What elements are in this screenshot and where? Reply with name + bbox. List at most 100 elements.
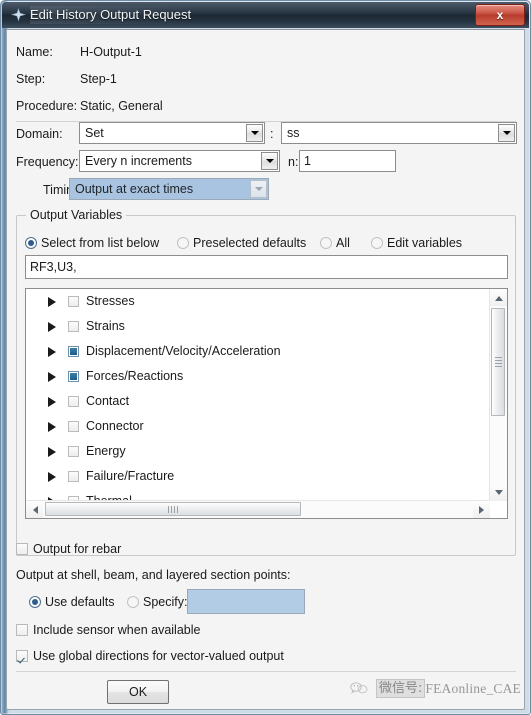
radio-edit-variables[interactable]: Edit variables bbox=[371, 235, 462, 251]
domain-set-select-button[interactable] bbox=[498, 124, 515, 142]
timing-select[interactable]: Output at exact times bbox=[69, 178, 269, 200]
screenshot-root: Edit History Output Request x Name: H-Ou… bbox=[0, 0, 531, 715]
tree-checkbox[interactable] bbox=[68, 471, 79, 482]
window-title: Edit History Output Request bbox=[30, 6, 198, 24]
checkbox-icon bbox=[16, 650, 28, 662]
tree-row[interactable]: Failure/Fracture bbox=[26, 464, 490, 489]
dialog-window: Edit History Output Request x Name: H-Ou… bbox=[0, 0, 531, 715]
domain-select[interactable]: Set bbox=[79, 122, 265, 144]
domain-select-button[interactable] bbox=[246, 124, 263, 142]
expand-arrow-icon[interactable] bbox=[48, 397, 56, 407]
tree-rows-viewport: Stresses Strains Displacement/Velocity/A… bbox=[26, 289, 490, 501]
tree-checkbox[interactable] bbox=[68, 321, 79, 332]
watermark: 微信号: FEAonline_CAE bbox=[350, 679, 521, 699]
tree-item-label: Connector bbox=[86, 419, 144, 433]
checkbox-output-for-rebar-label: Output for rebar bbox=[33, 542, 122, 556]
scroll-right-button[interactable] bbox=[473, 501, 490, 518]
radio-use-defaults[interactable]: Use defaults bbox=[29, 594, 114, 610]
expand-arrow-icon[interactable] bbox=[48, 447, 56, 457]
chevron-down-icon bbox=[265, 159, 274, 163]
domain-label: Domain: bbox=[16, 127, 63, 141]
tree-item-label: Stresses bbox=[86, 294, 135, 308]
tree-item-label: Failure/Fracture bbox=[86, 469, 175, 483]
tree-horizontal-scrollbar[interactable] bbox=[26, 500, 490, 518]
variables-input[interactable]: RF3,U3, bbox=[25, 255, 508, 279]
frequency-select[interactable]: Every n increments bbox=[79, 150, 280, 172]
specify-input[interactable] bbox=[187, 589, 305, 614]
domain-set-select[interactable]: ss bbox=[281, 122, 517, 144]
tree-row[interactable]: Displacement/Velocity/Acceleration bbox=[26, 339, 490, 364]
tree-checkbox[interactable] bbox=[68, 421, 79, 432]
tree-row[interactable]: Stresses bbox=[26, 289, 490, 314]
n-input[interactable]: 1 bbox=[299, 150, 396, 172]
radio-icon bbox=[371, 237, 383, 249]
footer-separator bbox=[16, 671, 516, 672]
checkbox-icon bbox=[16, 624, 28, 636]
name-label: Name: bbox=[16, 45, 53, 59]
expand-arrow-icon[interactable] bbox=[48, 422, 56, 432]
radio-all-label: All bbox=[336, 236, 350, 250]
checkbox-include-sensor-label: Include sensor when available bbox=[33, 623, 201, 637]
checkbox-use-global-directions-label: Use global directions for vector-valued … bbox=[33, 649, 284, 663]
checkbox-use-global-directions[interactable]: Use global directions for vector-valued … bbox=[16, 648, 284, 664]
output-variables-tree[interactable]: Stresses Strains Displacement/Velocity/A… bbox=[25, 288, 508, 519]
radio-select-from-list-label: Select from list below bbox=[41, 236, 160, 250]
tree-checkbox[interactable] bbox=[68, 296, 79, 307]
radio-icon bbox=[29, 596, 41, 608]
radio-all[interactable]: All bbox=[320, 235, 350, 251]
procedure-value: Static, General bbox=[80, 99, 163, 113]
scroll-up-button[interactable] bbox=[490, 289, 507, 306]
close-icon: x bbox=[496, 8, 504, 22]
timing-select-value: Output at exact times bbox=[75, 182, 194, 196]
tree-checkbox[interactable] bbox=[68, 446, 79, 457]
radio-edit-variables-label: Edit variables bbox=[387, 236, 463, 250]
tree-row[interactable]: Connector bbox=[26, 414, 490, 439]
radio-icon bbox=[25, 237, 37, 249]
vertical-scroll-thumb[interactable] bbox=[491, 308, 505, 416]
tree-item-label: Contact bbox=[86, 394, 130, 408]
tree-checkbox[interactable] bbox=[68, 346, 79, 357]
expand-arrow-icon[interactable] bbox=[48, 322, 56, 332]
ok-button[interactable]: OK bbox=[107, 680, 169, 704]
frequency-select-button[interactable] bbox=[261, 152, 278, 170]
wechat-icon bbox=[350, 681, 370, 695]
tree-item-label: Forces/Reactions bbox=[86, 369, 184, 383]
tree-checkbox[interactable] bbox=[68, 371, 79, 382]
tree-row[interactable]: Strains bbox=[26, 314, 490, 339]
tree-row[interactable]: Forces/Reactions bbox=[26, 364, 490, 389]
tree-vertical-scrollbar[interactable] bbox=[489, 289, 507, 501]
horizontal-scroll-thumb[interactable] bbox=[45, 502, 301, 516]
radio-specify[interactable]: Specify: bbox=[127, 594, 187, 610]
expand-arrow-icon[interactable] bbox=[48, 297, 56, 307]
close-button[interactable]: x bbox=[475, 4, 525, 26]
scroll-left-button[interactable] bbox=[26, 501, 43, 518]
chevron-down-icon bbox=[502, 131, 511, 135]
expand-arrow-icon[interactable] bbox=[48, 347, 56, 357]
procedure-label: Procedure: bbox=[16, 99, 78, 113]
tree-item-label: Displacement/Velocity/Acceleration bbox=[86, 344, 281, 358]
title-bar: Edit History Output Request x bbox=[2, 2, 529, 28]
checkbox-icon bbox=[16, 543, 28, 555]
radio-preselected-defaults[interactable]: Preselected defaults bbox=[177, 235, 306, 251]
watermark-cn-text: 微信号: bbox=[376, 679, 426, 698]
domain-set-value: ss bbox=[287, 126, 300, 140]
scroll-grip-icon bbox=[168, 506, 178, 513]
dialog-client-area: Name: H-Output-1 Step: Step-1 Procedure:… bbox=[6, 29, 525, 710]
checkbox-include-sensor[interactable]: Include sensor when available bbox=[16, 622, 200, 638]
checkbox-output-for-rebar[interactable]: Output for rebar bbox=[16, 541, 121, 557]
scroll-grip-icon bbox=[495, 357, 502, 367]
timing-select-button[interactable] bbox=[250, 180, 267, 198]
scroll-down-button[interactable] bbox=[490, 484, 507, 501]
expand-arrow-icon[interactable] bbox=[48, 372, 56, 382]
tree-row[interactable]: Energy bbox=[26, 439, 490, 464]
section-points-label: Output at shell, beam, and layered secti… bbox=[16, 568, 291, 582]
radio-icon bbox=[177, 237, 189, 249]
step-value: Step-1 bbox=[80, 72, 117, 86]
arrow-up-icon bbox=[495, 296, 503, 301]
tree-checkbox[interactable] bbox=[68, 396, 79, 407]
radio-select-from-list[interactable]: Select from list below bbox=[25, 235, 159, 251]
tree-row[interactable]: Contact bbox=[26, 389, 490, 414]
expand-arrow-icon[interactable] bbox=[48, 472, 56, 482]
tree-item-label: Strains bbox=[86, 319, 125, 333]
output-variables-group-title: Output Variables bbox=[26, 208, 127, 223]
